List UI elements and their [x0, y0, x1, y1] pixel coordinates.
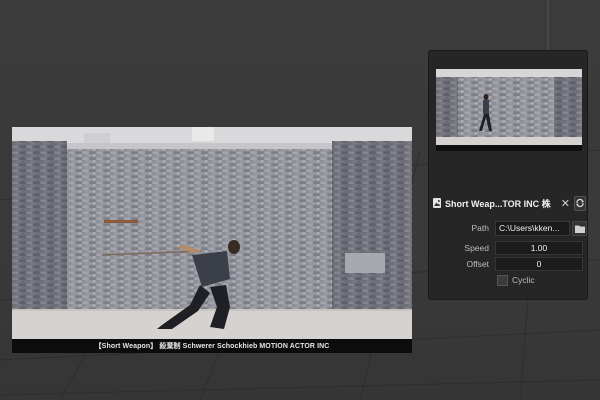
offset-field[interactable]: 0: [495, 257, 583, 271]
path-row: Path C:\Users\kken...: [429, 220, 587, 236]
speed-label: Speed: [464, 243, 489, 253]
offset-row: Offset 0: [429, 257, 587, 271]
video-frame: [12, 127, 412, 339]
video-plane[interactable]: 【Short Weapon】 殺棄制 Schwerer Schockhieb M…: [12, 127, 412, 353]
image-icon: [433, 198, 441, 208]
folder-icon[interactable]: [572, 220, 587, 236]
cyclic-checkbox[interactable]: [497, 274, 508, 286]
panel-title: Short Weap...TOR INC 株: [445, 198, 551, 209]
path-label: Path: [471, 223, 490, 233]
video-source-panel: Short Weap...TOR INC 株 ✕ Path C:\Users\k…: [428, 50, 588, 300]
offset-label: Offset: [466, 259, 489, 269]
refresh-icon[interactable]: [573, 195, 586, 211]
speed-row: Speed 1.00: [429, 241, 587, 255]
panel-header: Short Weap...TOR INC 株 ✕: [433, 195, 586, 211]
cyclic-label: Cyclic: [512, 275, 535, 285]
speed-field[interactable]: 1.00: [495, 241, 583, 255]
preview-frame: [436, 69, 582, 151]
path-field[interactable]: C:\Users\kken...: [495, 220, 570, 236]
close-icon[interactable]: ✕: [561, 197, 570, 210]
cyclic-row[interactable]: Cyclic: [429, 273, 587, 287]
video-preview-thumbnail: [436, 69, 582, 151]
video-caption: 【Short Weapon】 殺棄制 Schwerer Schockhieb M…: [12, 339, 412, 353]
